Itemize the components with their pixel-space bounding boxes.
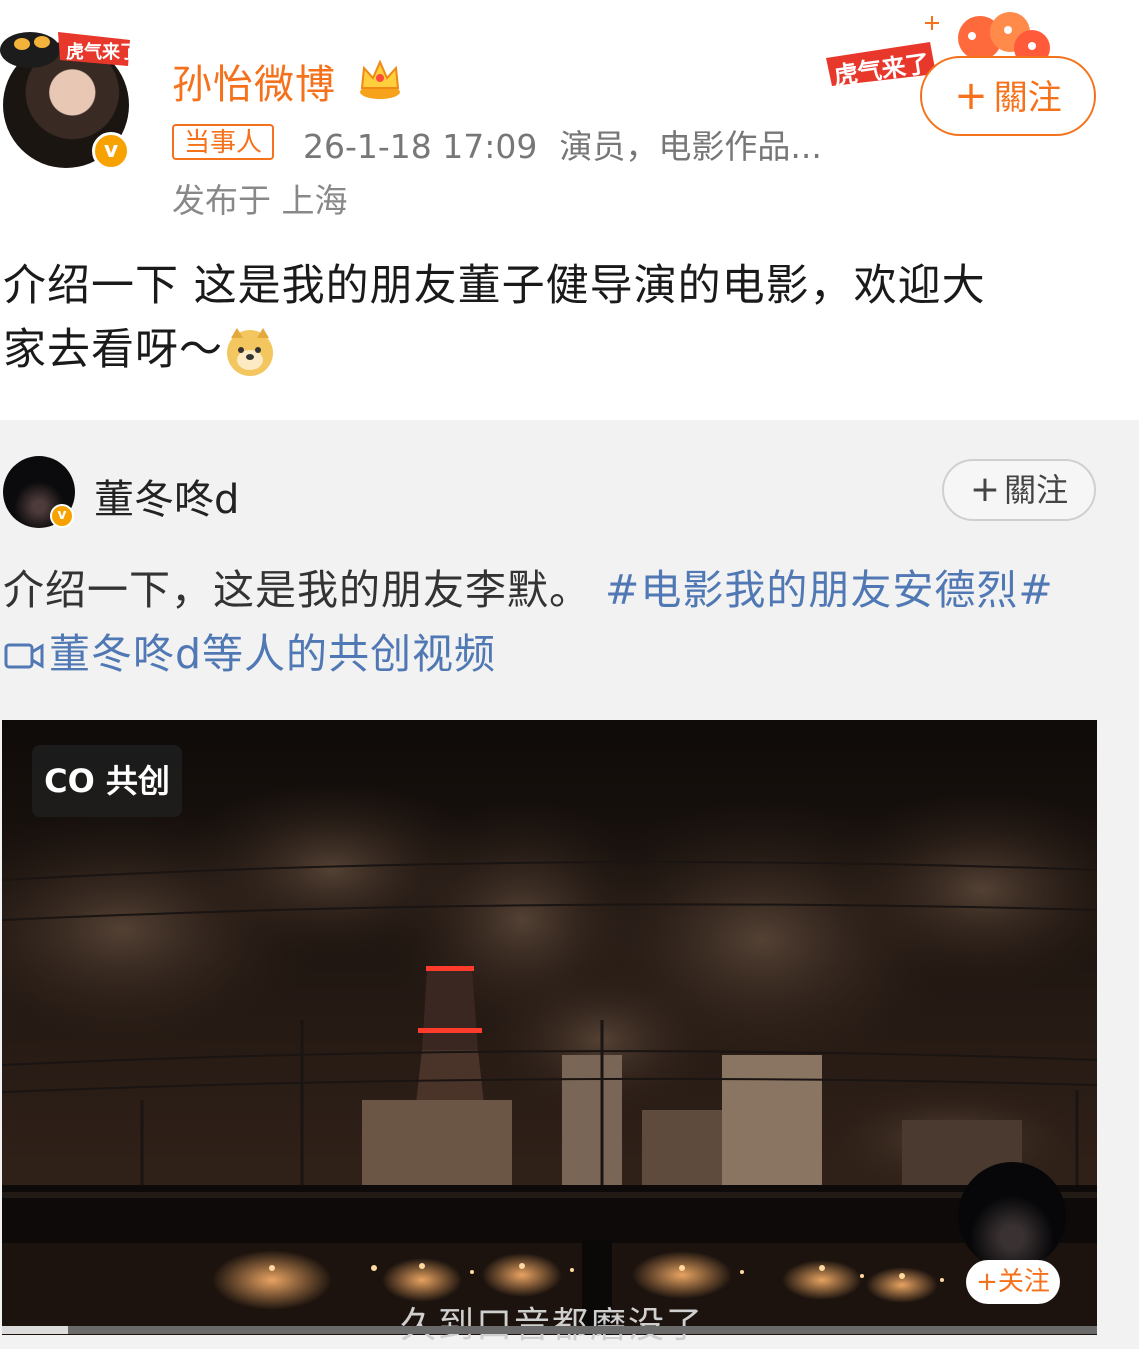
follow-label: 關注 <box>993 78 1062 118</box>
post-text-line-2: 家去看呀～ <box>3 318 1103 382</box>
collab-video-link[interactable]: 董冬咚d等人的共创视频 <box>3 622 1113 686</box>
repost-body: 介绍一下，这是我的朋友李默。 #电影我的朋友安德烈# 董冬咚d等人的共创视频 <box>3 558 1113 686</box>
co-create-label: 共创 <box>105 762 170 800</box>
doge-emoji-icon <box>227 328 273 376</box>
verified-badge-icon: v <box>92 132 130 170</box>
user-description: 演员，电影作品... <box>559 127 822 166</box>
tiger-year-avatar-frame-icon: 虎气来了 <box>0 32 138 68</box>
video-creator-avatar[interactable] <box>958 1162 1066 1270</box>
video-progress-fill <box>2 1326 68 1334</box>
party-tag: 当事人 <box>172 124 275 160</box>
post-meta: 26-1-18 17:09 演员，电影作品... <box>303 120 822 168</box>
avatar-frame-text: 虎气来了 <box>66 41 138 63</box>
repost-text-line-1: 介绍一下，这是我的朋友李默。 #电影我的朋友安德烈# <box>3 558 1113 622</box>
post-location: 发布于 上海 <box>172 181 348 220</box>
repost-username[interactable]: 董冬咚d <box>94 467 239 525</box>
post-text-line-1: 介绍一下 这是我的朋友董子健导演的电影，欢迎大 <box>3 261 986 311</box>
topic-link[interactable]: #电影我的朋友安德烈# <box>605 566 1054 614</box>
video-progress-bar[interactable] <box>2 1326 1097 1334</box>
video-subtitle: 久到口音都磨没了 <box>400 1296 704 1348</box>
post-time: 26-1-18 17:09 <box>303 127 538 166</box>
video-follow-button[interactable]: +关注 <box>966 1260 1060 1304</box>
video-camera-icon <box>4 643 44 669</box>
repost-verified-badge-icon: v <box>50 504 74 528</box>
repost-follow-label: 關注 <box>1004 471 1069 509</box>
plus-icon: + <box>969 469 1001 510</box>
repost-text: 介绍一下，这是我的朋友李默。 <box>3 566 591 614</box>
plus-icon: + <box>976 1267 998 1297</box>
repost-follow-button[interactable]: + 關注 <box>942 459 1096 521</box>
collab-video-label: 董冬咚d等人的共创视频 <box>49 630 497 678</box>
co-logo-icon: CO <box>44 762 95 800</box>
post-username[interactable]: 孙怡微博 <box>172 52 336 110</box>
plus-icon: + <box>954 73 988 119</box>
crown-icon <box>360 59 400 99</box>
video-follow-label: 关注 <box>997 1267 1050 1297</box>
post-body: 介绍一下 这是我的朋友董子健导演的电影，欢迎大 家去看呀～ <box>3 254 1103 382</box>
co-create-badge: CO 共创 <box>32 745 182 817</box>
follow-button[interactable]: + 關注 <box>920 56 1096 136</box>
post-text-line-2-text: 家去看呀～ <box>3 325 223 375</box>
